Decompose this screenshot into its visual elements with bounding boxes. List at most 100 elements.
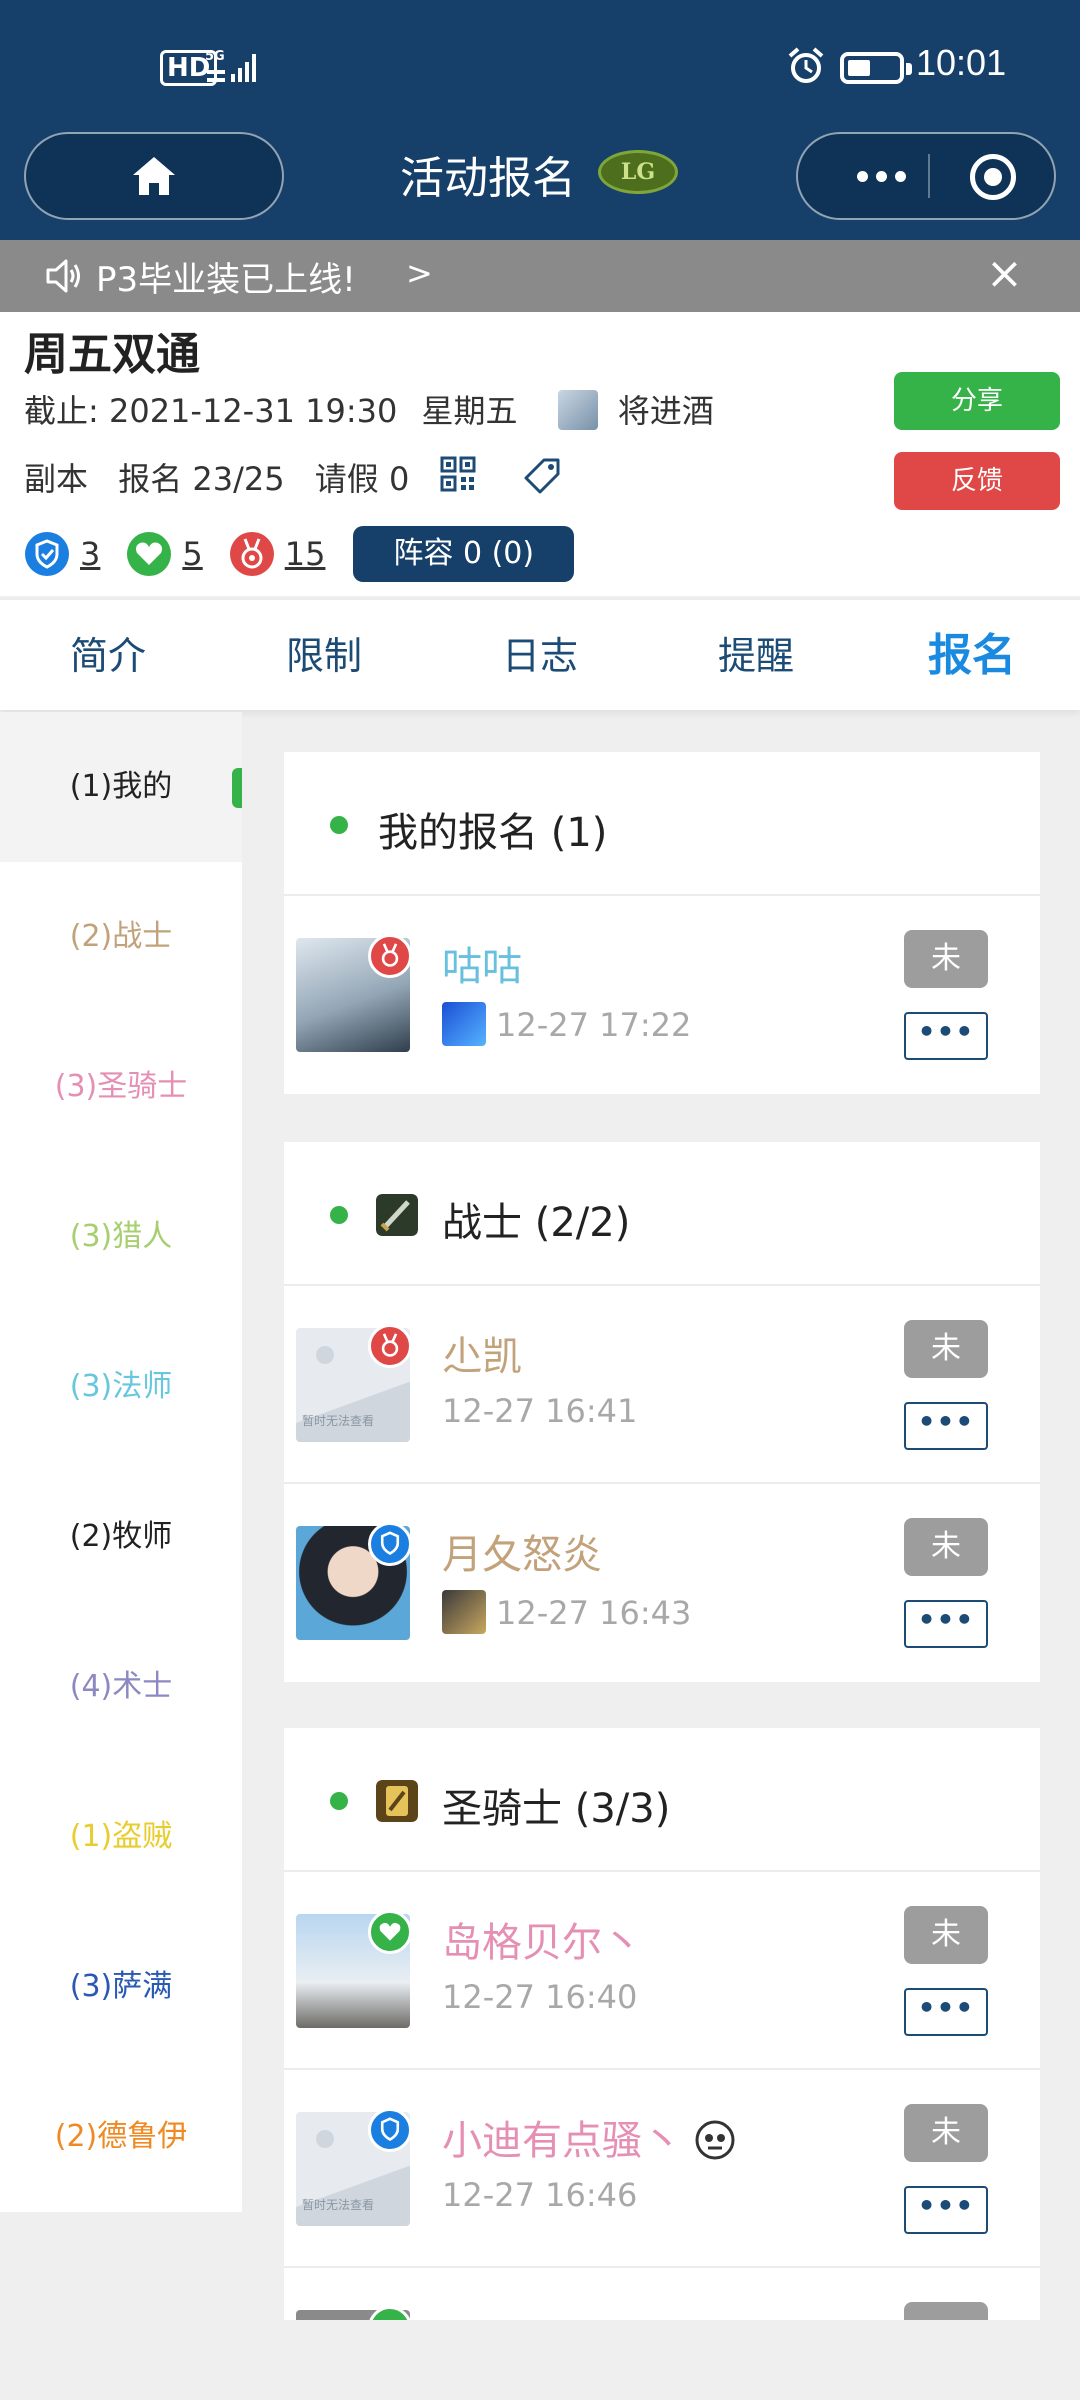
list-item[interactable]: 月夂怒炎 12-27 16:43 未 ••• — [284, 1484, 1040, 1682]
sidebar-item-rogue[interactable]: (1)盗贼 — [0, 1762, 242, 1912]
notice-bar[interactable]: P3毕业装已上线! > × — [0, 240, 1080, 312]
member-more-button[interactable]: ••• — [904, 1600, 988, 1648]
section-my-signup: 我的报名 (1) 咕咕 12-27 17:22 未 ••• — [284, 752, 1040, 1094]
capsule-divider — [928, 154, 930, 198]
signup-time: 12-27 16:40 — [442, 1978, 638, 2016]
healer-stat[interactable]: 5 — [126, 531, 203, 577]
tag-icon[interactable] — [524, 456, 562, 494]
author-name: 将进酒 — [617, 392, 714, 430]
member-name: 尐凯 — [442, 1334, 522, 1380]
section-title: 圣骑士 (3/3) — [442, 1786, 671, 1832]
list-item-partial[interactable] — [284, 2268, 1040, 2320]
deadline-value: 2021-12-31 19:30 — [108, 392, 398, 430]
tank-stat[interactable]: 3 — [24, 531, 100, 577]
signal-icon: 5G — [205, 49, 256, 82]
alarm-icon — [788, 47, 824, 83]
shield-icon — [368, 1522, 412, 1566]
status-badge — [904, 2302, 988, 2320]
feedback-button[interactable]: 反馈 — [894, 452, 1060, 510]
dps-stat[interactable]: 15 — [229, 531, 326, 577]
member-more-button[interactable]: ••• — [904, 1012, 988, 1060]
qrcode-icon[interactable] — [440, 456, 476, 492]
list-item[interactable]: 暂时无法查看 尐凯 12-27 16:41 未 ••• — [284, 1286, 1040, 1484]
member-name: 小迪有点骚丶 — [442, 2108, 735, 2166]
app-header: HD 5G 10:01 活动报名 LG — [0, 0, 1080, 240]
sidebar-item-druid[interactable]: (2)德鲁伊 — [0, 2062, 242, 2212]
home-icon — [133, 157, 175, 195]
heart-icon — [127, 532, 172, 576]
warrior-class-icon — [376, 1194, 418, 1236]
notice-text: P3毕业装已上线! — [96, 260, 356, 300]
author-avatar — [557, 390, 598, 430]
sidebar-item-paladin[interactable]: (3)圣骑士 — [0, 1012, 242, 1162]
sidebar-item-priest[interactable]: (2)牧师 — [0, 1462, 242, 1612]
member-more-button[interactable]: ••• — [904, 2186, 988, 2234]
speaker-icon — [46, 259, 80, 293]
sidebar-item-warrior[interactable]: (2)战士 — [0, 862, 242, 1012]
member-more-button[interactable]: ••• — [904, 1402, 988, 1450]
event-type: 副本 — [24, 460, 89, 498]
signup-count: 报名 23/25 — [118, 460, 285, 498]
tab-reminder[interactable]: 提醒 — [648, 600, 864, 710]
member-name: 咕咕 — [442, 944, 522, 990]
leave-count: 请假 0 — [314, 460, 410, 498]
class-sidebar: (1)我的 (2)战士 (3)圣骑士 (3)猎人 (3)法师 (2)牧师 (4)… — [0, 712, 242, 2212]
medal-icon — [229, 532, 274, 576]
status-badge: 未 — [904, 1518, 988, 1576]
share-button[interactable]: 分享 — [894, 372, 1060, 430]
status-badge: 未 — [904, 2104, 988, 2162]
tab-signup[interactable]: 报名 — [864, 600, 1080, 710]
close-icon[interactable]: × — [986, 250, 1023, 298]
status-bar: HD 5G 10:01 — [0, 40, 1080, 96]
dps-count: 15 — [284, 535, 326, 573]
signup-list: 我的报名 (1) 咕咕 12-27 17:22 未 ••• 战士 (2/2) 暂… — [284, 752, 1040, 2320]
sidebar-item-hunter[interactable]: (3)猎人 — [0, 1162, 242, 1312]
sidebar-item-mine[interactable]: (1)我的 — [0, 712, 242, 862]
lineup-button[interactable]: 阵容 0 (0) — [353, 526, 575, 582]
more-menu-button[interactable] — [836, 134, 926, 218]
healer-count: 5 — [182, 535, 203, 573]
section-header: 我的报名 (1) — [284, 752, 1040, 896]
event-title: 周五双通 — [24, 329, 200, 380]
section-header: 圣骑士 (3/3) — [284, 1728, 1040, 1872]
weekday: 星期五 — [421, 392, 518, 430]
spec-icon — [442, 1590, 486, 1634]
section-title: 我的报名 (1) — [378, 810, 608, 856]
member-more-button[interactable]: ••• — [904, 1988, 988, 2036]
clock: 10:01 — [916, 42, 1007, 83]
sidebar-item-shaman[interactable]: (3)萨满 — [0, 1912, 242, 2062]
tab-limits[interactable]: 限制 — [216, 600, 432, 710]
deadline-row: 截止: 2021-12-31 19:30 星期五 将进酒 — [24, 386, 714, 432]
section-title: 战士 (2/2) — [442, 1200, 631, 1246]
status-badge: 未 — [904, 1906, 988, 1964]
placeholder-caption: 暂时无法查看 — [302, 2198, 375, 2212]
sidebar-item-mage[interactable]: (3)法师 — [0, 1312, 242, 1462]
list-item[interactable]: 咕咕 12-27 17:22 未 ••• — [284, 896, 1040, 1094]
list-item[interactable]: 暂时无法查看 小迪有点骚丶 12-27 16:46 未 ••• — [284, 2070, 1040, 2268]
heart-icon — [368, 1910, 412, 1954]
medal-icon — [368, 1324, 412, 1368]
skull-icon — [695, 2120, 735, 2160]
member-name-text: 小迪有点骚丶 — [442, 2118, 682, 2164]
tank-count: 3 — [80, 535, 101, 573]
tab-log[interactable]: 日志 — [432, 600, 648, 710]
event-info: 周五双通 截止: 2021-12-31 19:30 星期五 将进酒 副本 报名 … — [0, 312, 1080, 596]
status-dot — [330, 816, 348, 834]
shield-icon — [25, 532, 69, 576]
list-item[interactable]: 岛格贝尔丶 12-27 16:40 未 ••• — [284, 1872, 1040, 2070]
status-dot — [330, 1206, 348, 1224]
signup-time: 12-27 17:22 — [496, 1006, 692, 1044]
heart-icon — [368, 2306, 412, 2320]
svg-text:5G: 5G — [205, 49, 225, 64]
close-miniprogram-button[interactable] — [970, 154, 1016, 200]
home-button[interactable] — [24, 132, 284, 220]
spec-icon — [442, 1002, 486, 1046]
member-name: 月夂怒炎 — [442, 1532, 602, 1578]
sidebar-item-warlock[interactable]: (4)术士 — [0, 1612, 242, 1762]
status-badge: 未 — [904, 1320, 988, 1378]
section-warrior: 战士 (2/2) 暂时无法查看 尐凯 12-27 16:41 未 ••• 月夂怒… — [284, 1142, 1040, 1682]
role-stats: 3 5 15 阵容 0 (0) — [24, 526, 575, 582]
tab-intro[interactable]: 简介 — [0, 600, 216, 710]
section-header: 战士 (2/2) — [284, 1142, 1040, 1286]
section-paladin: 圣骑士 (3/3) 岛格贝尔丶 12-27 16:40 未 ••• 暂时无法查看… — [284, 1728, 1040, 2320]
